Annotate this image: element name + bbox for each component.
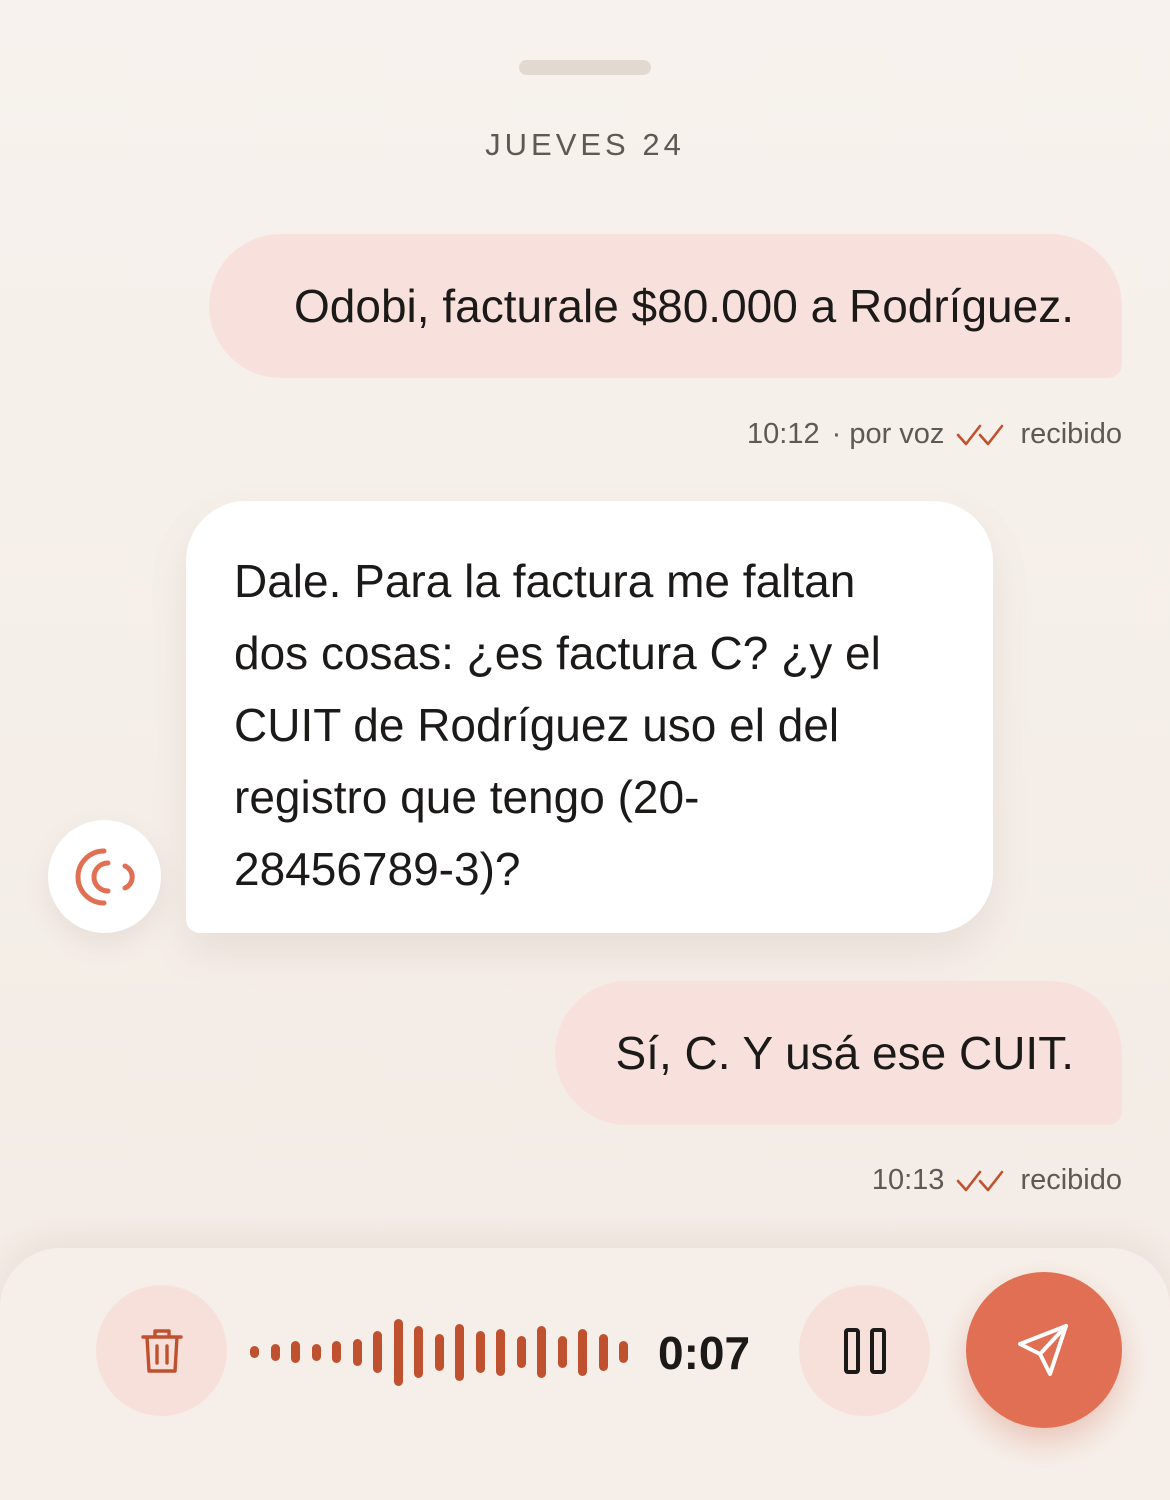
waveform-bar (271, 1344, 280, 1361)
assistant-message-bubble: Dale. Para la factura me faltan dos cosa… (186, 501, 993, 933)
message-line: CUIT de Rodríguez uso el del (234, 699, 840, 751)
waveform-bar (578, 1329, 587, 1376)
message-line: 28456789-3)? (234, 843, 521, 895)
double-check-icon (957, 1170, 1004, 1191)
message-line: dos cosas: ¿es factura C? ¿y el (234, 627, 881, 679)
message-time: 10:13 (871, 1164, 945, 1196)
user-message-bubble: Sí, C. Y usá ese CUIT. (555, 981, 1122, 1125)
double-check-icon (957, 424, 1004, 445)
waveform-bar (414, 1326, 423, 1378)
pause-icon (843, 1327, 886, 1374)
message-line: Dale. Para la factura me faltan (234, 555, 856, 607)
send-button[interactable] (966, 1272, 1122, 1428)
waveform-bar (394, 1319, 403, 1386)
voice-waves-icon (75, 848, 135, 905)
waveform-bar (291, 1341, 300, 1363)
waveform-bar (332, 1341, 341, 1363)
waveform-bar (455, 1324, 464, 1381)
waveform-bar (250, 1346, 259, 1358)
waveform-bar (599, 1334, 608, 1371)
sheet-grab-handle[interactable] (519, 60, 651, 75)
message-via: · por voz (831, 418, 945, 450)
recording-timer: 0:07 (658, 1327, 751, 1379)
waveform-bar (496, 1329, 505, 1376)
waveform-bar (537, 1326, 546, 1378)
waveform-bar (353, 1339, 362, 1366)
waveform-bar (476, 1331, 485, 1373)
message-line: registro que tengo (20- (234, 771, 700, 823)
send-icon (1018, 1324, 1068, 1376)
waveform-bar (517, 1336, 526, 1368)
message-meta: 10:12 · por voz recibido (747, 418, 1122, 451)
delete-recording-button[interactable] (96, 1285, 227, 1416)
trash-icon (140, 1328, 183, 1373)
day-separator: JUEVES 24 (485, 127, 685, 162)
message-meta: 10:13 recibido (872, 1164, 1122, 1197)
waveform-bar (312, 1344, 321, 1361)
pause-recording-button[interactable] (799, 1285, 930, 1416)
waveform-bar (373, 1331, 382, 1373)
message-status: recibido (1020, 1164, 1122, 1196)
message-status: recibido (1020, 418, 1122, 450)
audio-waveform (250, 1310, 628, 1394)
waveform-bar (435, 1334, 444, 1371)
user-message-bubble: Odobi, facturale $80.000 a Rodríguez. (209, 234, 1122, 378)
agent-avatar (48, 820, 161, 933)
message-text: Sí, C. Y usá ese CUIT. (615, 1027, 1075, 1079)
message-text: Odobi, facturale $80.000 a Rodríguez. (294, 280, 1074, 332)
message-time: 10:12 (747, 418, 820, 450)
waveform-bar (619, 1341, 628, 1363)
waveform-bar (558, 1336, 567, 1368)
